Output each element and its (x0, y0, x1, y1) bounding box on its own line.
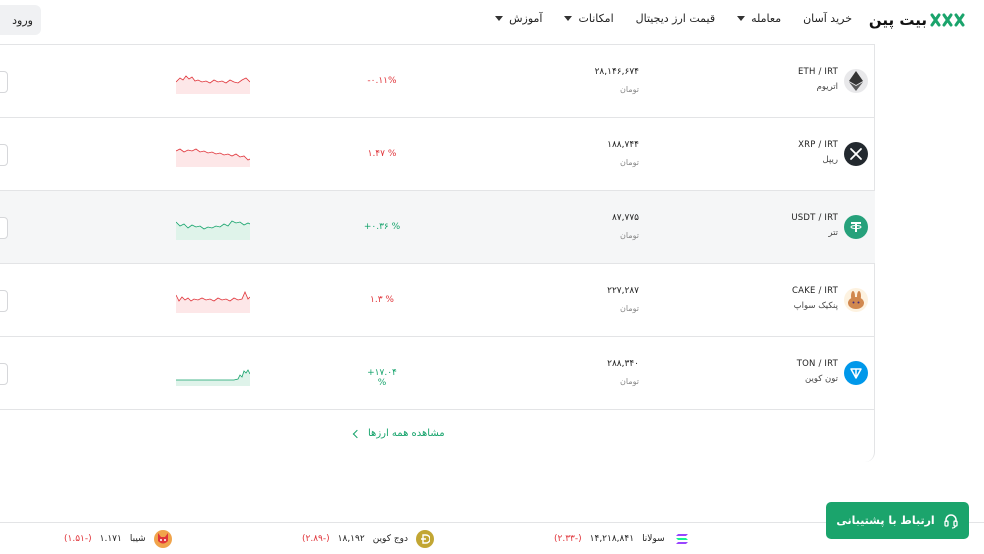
ticker-item[interactable]: سولانا ۱۴,۲۱۸,۸۴۱ (-۲.۳۳) (554, 530, 691, 548)
ticker-change: (-۱.۵۱) (64, 534, 92, 544)
chevron-left-icon (352, 429, 362, 438)
sparkline-chart (176, 220, 250, 240)
login-button[interactable]: ورود (0, 5, 41, 35)
ticker-price: ۱.۱۷۱ (99, 534, 122, 544)
nav-label: قیمت ارز دیجیتال (635, 12, 716, 25)
logo-text: بیت پین (868, 11, 927, 29)
coin-price: ۲۲۷,۲۸۷ (607, 286, 639, 296)
market-table: ETH / IRT اتریوم ۲۸,۱۴۶,۶۷۴ تومان -۰.۱۱%… (0, 44, 875, 462)
price-unit: تومان (620, 304, 639, 313)
dogecoin-icon (416, 530, 435, 548)
table-row[interactable]: ETH / IRT اتریوم ۲۸,۱۴۶,۶۷۴ تومان -۰.۱۱% (0, 45, 875, 118)
coin-name: پنکیک سواپ (793, 301, 838, 311)
pair-symbol: ETH / IRT (797, 67, 838, 77)
price-change: ۱.۳ % (370, 295, 394, 305)
solana-icon (673, 530, 691, 548)
trade-button[interactable] (0, 290, 8, 312)
table-row[interactable]: TON / IRT تون کوین ۲۸۸,۳۴۰ تومان +۱۷.۰۴ … (0, 337, 875, 410)
sparkline-chart (176, 148, 250, 167)
xrp-icon (844, 142, 868, 166)
ticker-name: دوج کوین (372, 534, 409, 544)
chevron-down-icon (495, 16, 504, 21)
coin-name: تون کوین (805, 374, 838, 384)
coin-name: تتر (828, 228, 838, 238)
ticker-item[interactable]: دوج کوین ۱۸,۱۹۲ (-۲.۸۹) (302, 530, 435, 548)
coin-price: ۲۸,۱۴۶,۶۷۴ (594, 67, 639, 77)
sparkline-chart (176, 75, 250, 94)
price-change: ۱.۴۷ % (367, 149, 397, 159)
trade-button[interactable] (0, 217, 8, 239)
pair-symbol: USDT / IRT (791, 213, 838, 223)
nav-label: خرید آسان (803, 12, 852, 25)
nav-label: معامله (751, 12, 782, 25)
chevron-down-icon (737, 16, 746, 21)
nav-label: آموزش (509, 12, 543, 25)
ethereum-icon (844, 69, 868, 93)
main-nav: خرید آسان معامله قیمت ارز دیجیتال امکانا… (473, 12, 852, 25)
coin-price: ۲۸۸,۳۴۰ (607, 359, 639, 369)
nav-item-features[interactable]: امکانات (564, 12, 614, 25)
ticker-name: شیبا (129, 534, 146, 544)
ticker-change: (-۲.۸۹) (302, 534, 330, 544)
nav-item-education[interactable]: آموزش (495, 12, 542, 25)
pair-symbol: XRP / IRT (798, 140, 838, 150)
price-change: -۰.۱۱% (367, 76, 397, 86)
contact-support-button[interactable]: ارتباط با پشتیبانی (826, 502, 969, 539)
headset-icon (944, 513, 958, 529)
ticker-price: ۱۴,۲۱۸,۸۴۱ (589, 534, 635, 544)
nav-label: امکانات (578, 12, 614, 25)
tether-icon (844, 215, 868, 239)
ticker-name: سولانا (642, 534, 665, 544)
coin-price: ۱۸۸,۷۴۴ (607, 140, 639, 150)
price-unit: تومان (620, 377, 639, 386)
coin-price: ۸۷,۷۷۵ (611, 213, 639, 223)
pair-symbol: TON / IRT (796, 359, 838, 369)
coin-name: اتریوم (816, 82, 838, 92)
trade-button[interactable] (0, 363, 8, 385)
bitpin-logo[interactable]: بیت پین (869, 10, 966, 30)
top-navigation-bar: ورود خرید آسان معامله قیمت ارز دیجیتال ا… (0, 0, 984, 44)
price-unit: تومان (620, 158, 639, 167)
ticker-change: (-۲.۳۳) (554, 534, 582, 544)
sparkline-chart (176, 290, 250, 313)
table-row[interactable]: XRP / IRT ریپل ۱۸۸,۷۴۴ تومان ۱.۴۷ % (0, 118, 875, 191)
ticker-price: ۱۸,۱۹۲ (337, 534, 365, 544)
toncoin-icon (844, 361, 868, 385)
view-all-coins-link[interactable]: مشاهده همه ارزها (352, 428, 445, 439)
sparkline-chart (176, 369, 250, 386)
bitpin-logo-icon (930, 13, 965, 27)
price-unit: تومان (620, 85, 639, 94)
trade-button[interactable] (0, 144, 8, 166)
view-all-label: مشاهده همه ارزها (368, 428, 445, 439)
table-row[interactable]: CAKE / IRT پنکیک سواپ ۲۲۷,۲۸۷ تومان ۱.۳ … (0, 264, 875, 337)
coin-name: ریپل (822, 155, 838, 165)
nav-item-crypto-prices[interactable]: قیمت ارز دیجیتال (636, 12, 715, 25)
trade-button[interactable] (0, 71, 8, 93)
nav-item-easy-buy[interactable]: خرید آسان (803, 12, 852, 25)
table-row[interactable]: USDT / IRT تتر ۸۷,۷۷۵ تومان +۰.۳۶ % (0, 191, 875, 264)
price-change: +۰.۳۶ % (363, 222, 401, 232)
nav-item-trade[interactable]: معامله (737, 12, 781, 25)
price-change: +۱۷.۰۴ % (367, 368, 397, 388)
support-label: ارتباط با پشتیبانی (836, 514, 935, 527)
shiba-icon (153, 530, 172, 548)
price-unit: تومان (620, 231, 639, 240)
ticker-item[interactable]: شیبا ۱.۱۷۱ (-۱.۵۱) (64, 530, 172, 548)
pair-symbol: CAKE / IRT (792, 286, 838, 296)
chevron-down-icon (564, 16, 573, 21)
pancakeswap-icon (844, 288, 868, 312)
